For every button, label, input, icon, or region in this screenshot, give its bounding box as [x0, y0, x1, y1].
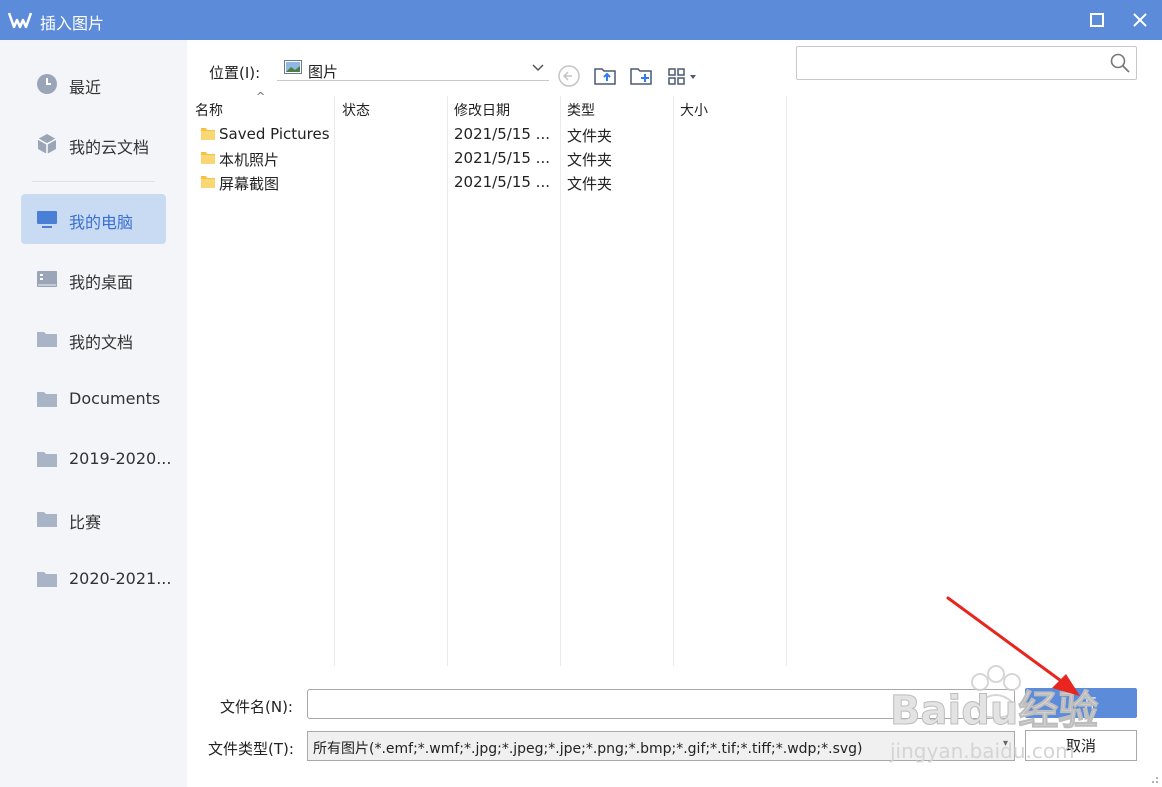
cancel-button-label: 取消 — [1065, 737, 1096, 755]
table-row[interactable]: 本机照片 2021/5/15 ... 文件夹 — [190, 146, 787, 170]
sidebar-divider — [32, 181, 155, 182]
sidebar: 最近 我的云文档 我的电脑 我的桌面 我的文档 Documents 2019-2… — [0, 40, 187, 787]
cancel-button[interactable]: 取消 — [1025, 730, 1137, 761]
open-button[interactable]: 开 — [1025, 688, 1137, 718]
file-type: 文件夹 — [567, 151, 613, 169]
close-button[interactable] — [1125, 6, 1155, 34]
sidebar-item-label: 2020-2021... — [69, 569, 172, 588]
chevron-down-icon: ▾ — [1002, 738, 1008, 749]
up-folder-button[interactable] — [593, 64, 619, 88]
folder-icon — [37, 512, 57, 527]
filetype-select[interactable]: 所有图片(*.emf;*.wmf;*.jpg;*.jpeg;*.jpe;*.pn… — [307, 731, 1015, 761]
sidebar-item-recent[interactable]: 最近 — [21, 59, 166, 109]
file-date: 2021/5/15 ... — [454, 173, 550, 191]
back-button[interactable] — [557, 64, 583, 88]
folder-icon — [37, 392, 57, 407]
desktop-icon — [37, 271, 57, 287]
window-title: 插入图片 — [40, 14, 105, 33]
sidebar-item-label: Documents — [69, 389, 161, 408]
folder-icon — [201, 176, 215, 188]
location-value: 图片 — [308, 63, 339, 81]
resize-grip-icon[interactable] — [1149, 774, 1159, 784]
sidebar-item-documents[interactable]: Documents — [21, 374, 166, 424]
up-folder-icon — [594, 68, 616, 85]
maximize-icon — [1090, 13, 1104, 27]
filetype-value: 所有图片(*.emf;*.wmf;*.jpg;*.jpeg;*.jpe;*.pn… — [313, 741, 863, 757]
open-button-label: 开 — [1081, 694, 1097, 713]
file-date: 2021/5/15 ... — [454, 149, 550, 167]
search-input[interactable] — [803, 53, 1103, 73]
table-row[interactable]: Saved Pictures 2021/5/15 ... 文件夹 — [190, 122, 787, 146]
sidebar-item-label: 我的云文档 — [69, 138, 150, 157]
sidebar-item-label: 我的桌面 — [69, 273, 134, 292]
sidebar-item-label: 2019-2020... — [69, 449, 172, 468]
location-dropdown[interactable]: 图片 — [277, 56, 549, 81]
filetype-label: 文件类型(T): — [208, 740, 294, 758]
column-header-type[interactable]: 类型 — [567, 100, 595, 120]
column-header-date[interactable]: 修改日期 — [454, 100, 510, 120]
file-name: 屏幕截图 — [219, 175, 280, 193]
column-header-status[interactable]: 状态 — [342, 100, 370, 120]
view-icon — [668, 68, 696, 85]
sort-ascending-indicator: ^ — [256, 90, 266, 103]
filename-input[interactable] — [307, 689, 1015, 719]
file-date: 2021/5/15 ... — [454, 125, 550, 143]
folder-icon — [37, 572, 57, 587]
table-row[interactable]: 屏幕截图 2021/5/15 ... 文件夹 — [190, 170, 787, 194]
folder-icon — [37, 332, 57, 347]
new-folder-icon — [630, 68, 652, 85]
column-header-name[interactable]: 名称 — [195, 100, 223, 120]
sidebar-item-label: 最近 — [69, 78, 102, 97]
sidebar-item-cloud-docs[interactable]: 我的云文档 — [21, 119, 166, 169]
file-name: 本机照片 — [219, 151, 280, 169]
maximize-button[interactable] — [1082, 6, 1112, 34]
sidebar-item-2020-2021[interactable]: 2020-2021... — [21, 554, 171, 604]
clock-icon — [37, 74, 57, 94]
folder-icon — [37, 452, 57, 467]
new-folder-button[interactable] — [629, 64, 655, 88]
sidebar-item-label: 我的文档 — [69, 333, 134, 352]
filename-label: 文件名(N): — [220, 698, 293, 716]
sidebar-item-competition[interactable]: 比赛 — [21, 494, 166, 544]
sidebar-item-my-docs[interactable]: 我的文档 — [21, 314, 166, 364]
title-bar: 插入图片 — [0, 0, 1162, 40]
view-mode-button[interactable] — [667, 64, 701, 88]
back-icon — [558, 65, 580, 87]
column-header-size[interactable]: 大小 — [680, 100, 708, 120]
monitor-icon — [37, 211, 57, 228]
sidebar-item-desktop[interactable]: 我的桌面 — [21, 254, 166, 304]
file-name: Saved Pictures — [219, 125, 330, 143]
location-label: 位置(I): — [209, 64, 261, 82]
search-box[interactable] — [796, 46, 1137, 80]
picture-icon — [284, 60, 302, 74]
chevron-down-icon — [532, 64, 544, 72]
folder-icon — [201, 128, 215, 140]
search-icon[interactable] — [1110, 53, 1130, 73]
sidebar-item-my-computer[interactable]: 我的电脑 — [21, 194, 166, 244]
close-icon — [1133, 13, 1147, 27]
sidebar-item-label: 比赛 — [69, 513, 102, 532]
wps-logo — [8, 12, 32, 29]
file-type: 文件夹 — [567, 127, 613, 145]
file-type: 文件夹 — [567, 175, 613, 193]
sidebar-item-label: 我的电脑 — [69, 213, 134, 232]
folder-icon — [201, 152, 215, 164]
sidebar-item-2019-2020[interactable]: 2019-2020... — [21, 434, 171, 484]
cloud-icon — [37, 134, 57, 154]
